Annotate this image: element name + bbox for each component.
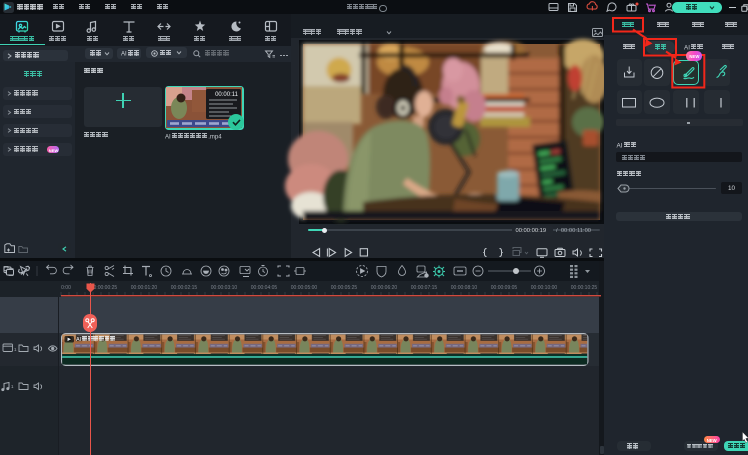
svg-text:1: 1 bbox=[14, 347, 17, 352]
svg-text:00:00:05:25: 00:00:05:25 bbox=[331, 285, 358, 291]
svg-text:1: 1 bbox=[11, 384, 14, 389]
svg-text:00:00:11: 00:00:11 bbox=[215, 92, 239, 98]
svg-text:00:00:09:05: 00:00:09:05 bbox=[491, 285, 518, 291]
svg-text:00:00:06:20: 00:00:06:20 bbox=[371, 285, 398, 291]
svg-text:00:00:01:20: 00:00:01:20 bbox=[131, 285, 158, 291]
svg-text:00:00:03:10: 00:00:03:10 bbox=[211, 285, 238, 291]
svg-text:0:00: 0:00 bbox=[61, 285, 71, 291]
svg-text:00:00:02:15: 00:00:02:15 bbox=[171, 285, 198, 291]
svg-text:00:00:10:25: 00:00:10:25 bbox=[571, 285, 598, 291]
svg-text:00:00:10:00: 00:00:10:00 bbox=[531, 285, 558, 291]
svg-text:00:00:08:10: 00:00:08:10 bbox=[451, 285, 478, 291]
svg-text:00:00:04:05: 00:00:04:05 bbox=[251, 285, 278, 291]
svg-text:00:00:05:00: 00:00:05:00 bbox=[291, 285, 318, 291]
svg-text:00:00:00:25: 00:00:00:25 bbox=[91, 285, 118, 291]
svg-text:00:00:07:15: 00:00:07:15 bbox=[411, 285, 438, 291]
